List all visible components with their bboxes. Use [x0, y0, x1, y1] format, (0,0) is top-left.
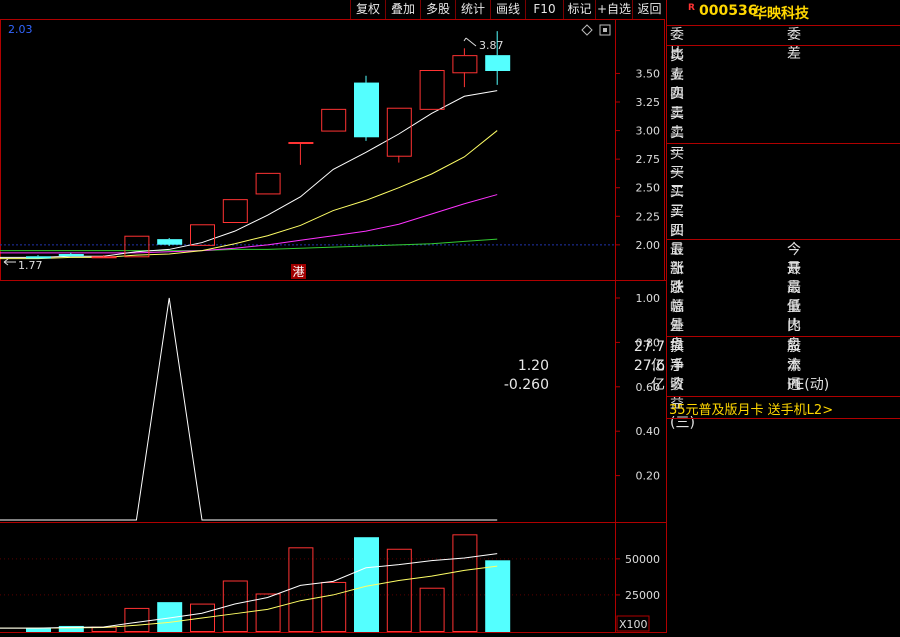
stock-name[interactable]: 华映科技 — [753, 3, 809, 23]
indicator-axis-label: 1.00 — [636, 292, 661, 305]
toolbar-button-0[interactable]: 复权 — [350, 0, 385, 19]
price-axis-label: 2.25 — [636, 210, 661, 223]
separator — [667, 239, 900, 240]
r-badge: R — [688, 3, 695, 13]
volume-unit: X100 — [619, 618, 648, 631]
separator — [667, 418, 900, 419]
candle-body — [485, 55, 511, 71]
candle[interactable] — [386, 107, 412, 163]
indicator-axis-label: 0.40 — [636, 425, 661, 438]
volume-bar[interactable] — [255, 593, 281, 633]
ma5-line — [0, 90, 498, 258]
separator — [667, 336, 900, 337]
price-axis-label: 2.50 — [636, 182, 661, 195]
low-marker-label: 1.77 — [18, 259, 43, 272]
candle-body — [452, 55, 478, 74]
stock-code[interactable]: 000536 — [699, 3, 757, 19]
toolbar-button-2[interactable]: 多股 — [420, 0, 455, 19]
candle-body — [321, 108, 347, 132]
float-value: 27.6亿 — [633, 358, 665, 393]
volume-bar[interactable] — [321, 581, 347, 633]
volume-grid — [0, 558, 615, 596]
candle[interactable] — [255, 172, 281, 195]
promo-link[interactable]: 35元普及版月卡 送手机L2> — [669, 399, 833, 418]
volume-ma5-line — [0, 553, 498, 629]
chart-area[interactable]: 3.50 3.25 3.00 2.75 2.50 2.25 2.00 1.00 0.80 0.6… — [0, 0, 666, 633]
diamond-icon[interactable] — [581, 24, 593, 36]
candles[interactable] — [26, 31, 511, 259]
separator — [667, 25, 900, 26]
kline-chart[interactable]: 3.503.253.002.752.502.252.00 1.000.800.6… — [0, 0, 666, 633]
volume-bar[interactable] — [124, 607, 150, 633]
candle[interactable] — [419, 70, 445, 110]
hk-badge[interactable]: 港 — [293, 265, 305, 279]
volume-bar[interactable] — [288, 547, 314, 632]
price-panel-frame — [0, 19, 665, 281]
price-axis-label: 2.00 — [636, 239, 661, 252]
corner-value: 2.03 — [8, 23, 33, 36]
net-assets-value: 1.20 — [517, 358, 549, 374]
candle-body — [91, 256, 117, 259]
pe-label: PE(动) — [787, 377, 830, 393]
price-axis: 3.50 3.25 3.00 2.75 2.50 2.25 2.00 — [615, 67, 661, 252]
price-axis-label: 3.25 — [636, 96, 661, 109]
candle-body — [255, 172, 281, 195]
candle[interactable] — [288, 142, 314, 165]
volume-bar[interactable] — [386, 548, 412, 632]
volume-bar[interactable] — [485, 560, 511, 632]
toolbar-button-3[interactable]: 统计 — [455, 0, 490, 19]
volume-bars[interactable] — [26, 534, 511, 633]
volume-ma10-line — [0, 565, 498, 629]
candle-body — [386, 107, 412, 157]
price-axis-label: 3.50 — [636, 67, 661, 80]
eps-value: -0.260 — [503, 377, 549, 393]
indicator-polyline — [0, 297, 498, 521]
candle-body — [288, 142, 314, 144]
low-marker: 1.77 — [3, 258, 43, 272]
candle-body — [58, 254, 84, 257]
candle[interactable] — [321, 108, 347, 132]
toolbar-button-6[interactable]: 标记 — [563, 0, 595, 19]
separator — [667, 143, 900, 144]
window-icon-inner — [603, 28, 607, 32]
volume-axis-label: 25000 — [625, 589, 660, 602]
toolbar-button-5[interactable]: F10 — [525, 0, 563, 19]
candle-body — [124, 235, 150, 258]
toolbar-button-4[interactable]: 画线 — [490, 0, 525, 19]
toolbar-button-8[interactable]: 返回 — [632, 0, 666, 19]
separator — [667, 396, 900, 397]
separator — [667, 45, 900, 46]
high-marker: 3.87 — [463, 37, 504, 52]
indicator-line — [0, 297, 498, 521]
volume-ma-lines — [0, 553, 498, 629]
ma10-line — [0, 130, 498, 260]
toolbar-button-1[interactable]: 叠加 — [385, 0, 420, 19]
volume-bar[interactable] — [452, 534, 478, 632]
candle-body — [419, 70, 445, 110]
candle[interactable] — [452, 48, 478, 88]
candle-body — [26, 256, 51, 259]
toolbar-button-7[interactable]: +自选 — [595, 0, 632, 19]
price-axis-label: 3.00 — [636, 125, 661, 138]
candle-body — [354, 82, 379, 138]
volume-axis: 50000 25000 — [615, 553, 660, 602]
candle[interactable] — [222, 199, 248, 223]
candle-body — [222, 199, 248, 223]
indicator-axis-label: 0.20 — [636, 470, 661, 483]
high-marker-label: 3.87 — [479, 39, 504, 52]
candle[interactable] — [354, 75, 379, 141]
volume-bar[interactable] — [26, 628, 51, 632]
price-ma-lines — [0, 90, 498, 260]
volume-axis-label: 50000 — [625, 553, 660, 566]
candle-body — [157, 239, 183, 245]
candle[interactable] — [124, 235, 150, 258]
quote-panel: R 000536 华映科技 委比 委差 卖五 卖四 卖三 卖二 卖一 买一 买二 买三 买四买… — [504, 0, 900, 633]
price-axis-label: 2.75 — [636, 153, 661, 166]
candle[interactable] — [58, 252, 84, 257]
